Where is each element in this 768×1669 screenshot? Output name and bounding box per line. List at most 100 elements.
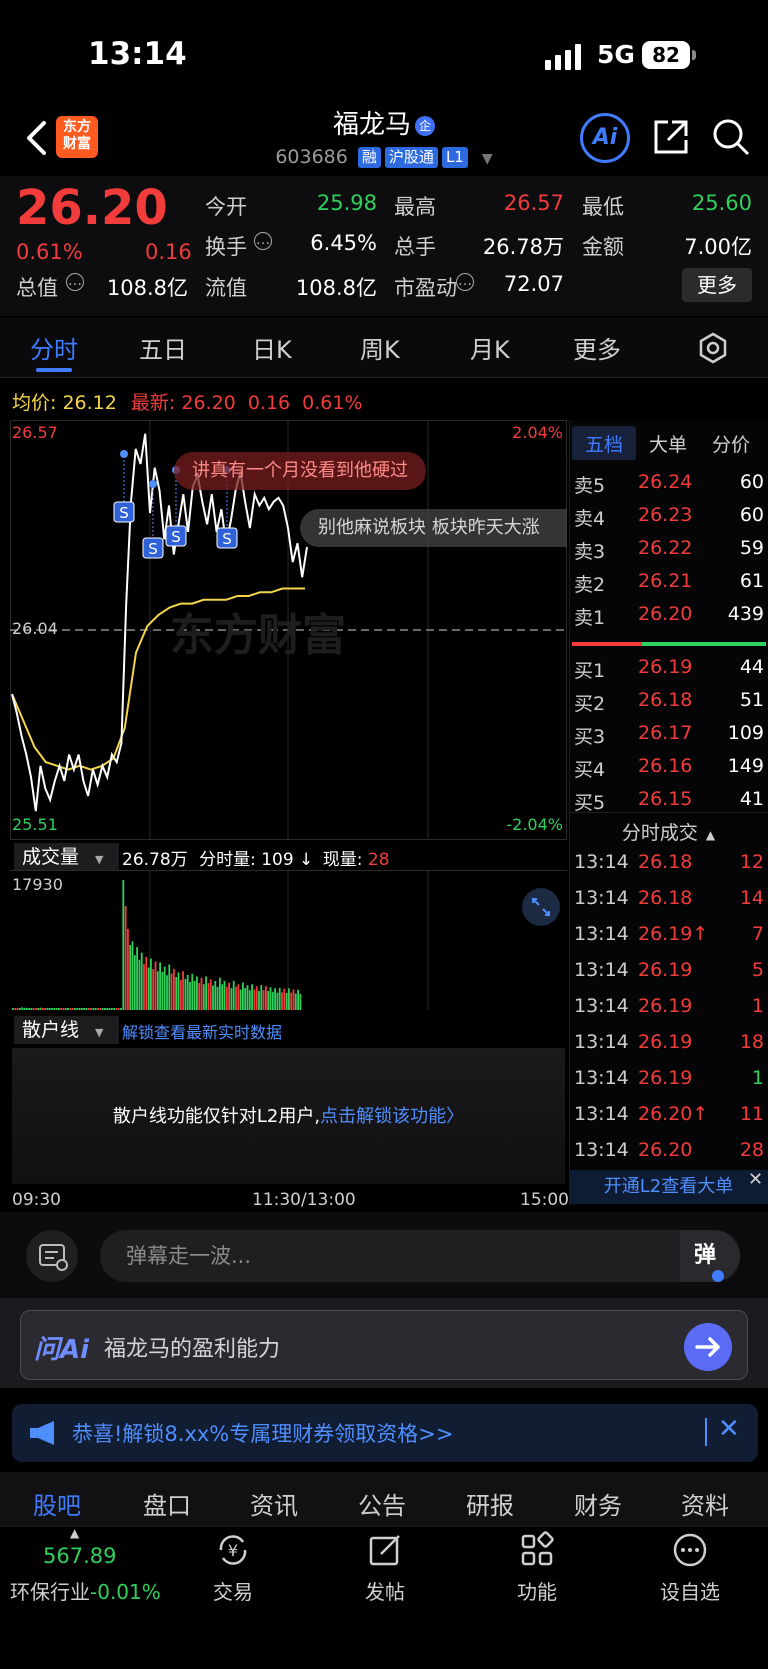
info-icon[interactable]: … [66,273,84,291]
volume-period: 分时量: 109 ↓ [199,850,314,870]
volume-bar [230,988,233,1010]
grid-icon [521,1531,554,1566]
promo-separator [705,1418,707,1446]
danmu-toggle-button[interactable]: 弹 [680,1230,740,1282]
book-cell-time: 13:14 [574,1031,629,1053]
promo-text[interactable]: 恭喜!解锁8.xx%专属理财券领取资格>> [72,1418,453,1448]
book-cell-price: 26.16 [638,755,693,777]
latest-label: 最新: [130,392,176,414]
gear-icon[interactable] [697,332,729,364]
book-cell-price: 26.20 [638,1139,693,1161]
nav-add-watchlist[interactable]: 设自选 [645,1530,735,1605]
volume-title: 成交量 [22,846,80,868]
search-icon[interactable] [712,118,750,156]
volume-bar [41,1008,44,1010]
info-icon[interactable]: … [456,273,474,291]
expand-icon[interactable] [522,888,560,926]
book-tab-big[interactable]: 大单 [649,430,687,457]
book-cell-vol: 149 [727,755,764,777]
tab-orderbook[interactable]: 盘口 [143,1486,191,1521]
volume-chart[interactable]: 17930 [10,870,567,1010]
book-cell-price: 26.20 [638,603,693,625]
tab-finance[interactable]: 财务 [574,1486,622,1521]
tab-monthly-k[interactable]: 月K [470,330,510,365]
check-icon [712,1270,725,1282]
book-tab-price[interactable]: 分价 [712,430,750,457]
arrow-right-icon[interactable] [684,1323,732,1371]
retail-message: 散户线功能仅针对L2用户,点击解锁该功能〉 [12,1102,565,1128]
tab-weekly-k[interactable]: 周K [360,330,400,365]
close-icon[interactable]: ✕ [748,1169,763,1190]
nav-trade[interactable]: ¥ 交易 [188,1530,278,1605]
time-end: 15:00 [520,1190,569,1210]
nav-post[interactable]: 发帖 [340,1530,430,1605]
tab-intraday[interactable]: 分时 [30,330,78,365]
nav-functions[interactable]: 功能 [492,1530,582,1605]
danmu-comment[interactable]: 别他麻说板块 板块昨天大涨 [300,509,567,547]
volume-bar [255,986,258,1010]
retail-unlock-button[interactable]: 点击解锁该功能〉 [320,1106,464,1127]
nav-add-watchlist-label: 设自选 [660,1580,720,1604]
volume-bar [35,1008,37,1010]
info-icon[interactable]: … [254,232,272,250]
volume-bar [290,992,293,1010]
dropdown-caret-icon[interactable]: ▼ [482,151,493,167]
quote-value-volume: 26.78万 [482,235,564,259]
more-dots-icon [673,1533,707,1567]
volume-bar [173,968,175,1010]
volume-bar [285,993,288,1010]
volume-bar [60,1008,63,1010]
close-icon[interactable]: ✕ [718,1414,740,1444]
danmu-settings-icon[interactable] [26,1230,78,1282]
ai-ask-prompt[interactable]: 福龙马的盈利能力 [104,1331,280,1363]
volume-bar [191,973,194,1010]
tab-daily-k[interactable]: 日K [252,330,292,365]
tab-profile[interactable]: 资料 [681,1486,729,1521]
book-cell-price: 26.15 [638,788,693,810]
volume-bar [71,1008,74,1010]
volume-bar [258,991,260,1010]
quote-label-mktcap: 总值 [16,276,58,300]
tab-news[interactable]: 资讯 [250,1486,298,1521]
book-tab-five[interactable]: 五档 [585,430,623,457]
volume-bar [106,1008,109,1010]
retail-indicator-select[interactable]: 散户线 ▼ [14,1016,119,1044]
book-cell-price: 26.19 [638,959,693,981]
retail-unlock-link[interactable]: 解锁查看最新实时数据 [122,1019,282,1043]
quote-label-volume: 总手 [394,235,436,259]
volume-bar [143,964,145,1010]
tab-forum[interactable]: 股吧 [33,1486,81,1521]
quote-value-high: 26.57 [503,191,564,215]
l2-upgrade-banner[interactable]: 开通L2查看大单 [569,1170,768,1204]
dropdown-caret-icon: ▼ [95,853,104,866]
volume-bar [177,972,180,1010]
book-cell-vol: 439 [727,603,764,625]
book-cell-label: 买2 [574,693,606,715]
tab-more[interactable]: 更多 [573,330,621,365]
ai-assistant-button[interactable]: Ai [580,113,630,163]
volume-bar [198,983,201,1010]
stock-name: 福龙马 [332,110,411,140]
volume-bar [53,1008,56,1010]
volume-bar [69,1008,72,1010]
volume-bar [21,1007,23,1010]
label-high-pct: 2.04% [512,423,563,442]
quote-value-pe: 72.07 [503,272,564,296]
danmu-input[interactable]: 弹幕走一波... [100,1230,740,1282]
share-icon[interactable] [652,118,690,156]
last-price: 26.20 [16,180,168,236]
volume-total: 26.78万 [122,850,188,870]
tab-five-day[interactable]: 五日 [139,330,187,365]
danmu-comment[interactable]: 讲真有一个月没看到他硬过 [174,452,426,490]
more-quote-button[interactable]: 更多 [682,268,752,302]
tab-announcements[interactable]: 公告 [358,1486,406,1521]
tab-research[interactable]: 研报 [466,1486,514,1521]
index-value[interactable]: 567.89 [43,1544,116,1568]
trades-title[interactable]: 分时成交 ▲ [569,818,768,845]
index-row[interactable]: 环保行业-0.01% [10,1576,161,1605]
book-cell-time: 13:14 [574,923,629,945]
volume-bar [64,1008,67,1010]
volume-indicator-select[interactable]: 成交量 ▼ [14,843,119,871]
quote-label-amount: 金额 [582,235,624,259]
volume-bar [221,984,224,1010]
